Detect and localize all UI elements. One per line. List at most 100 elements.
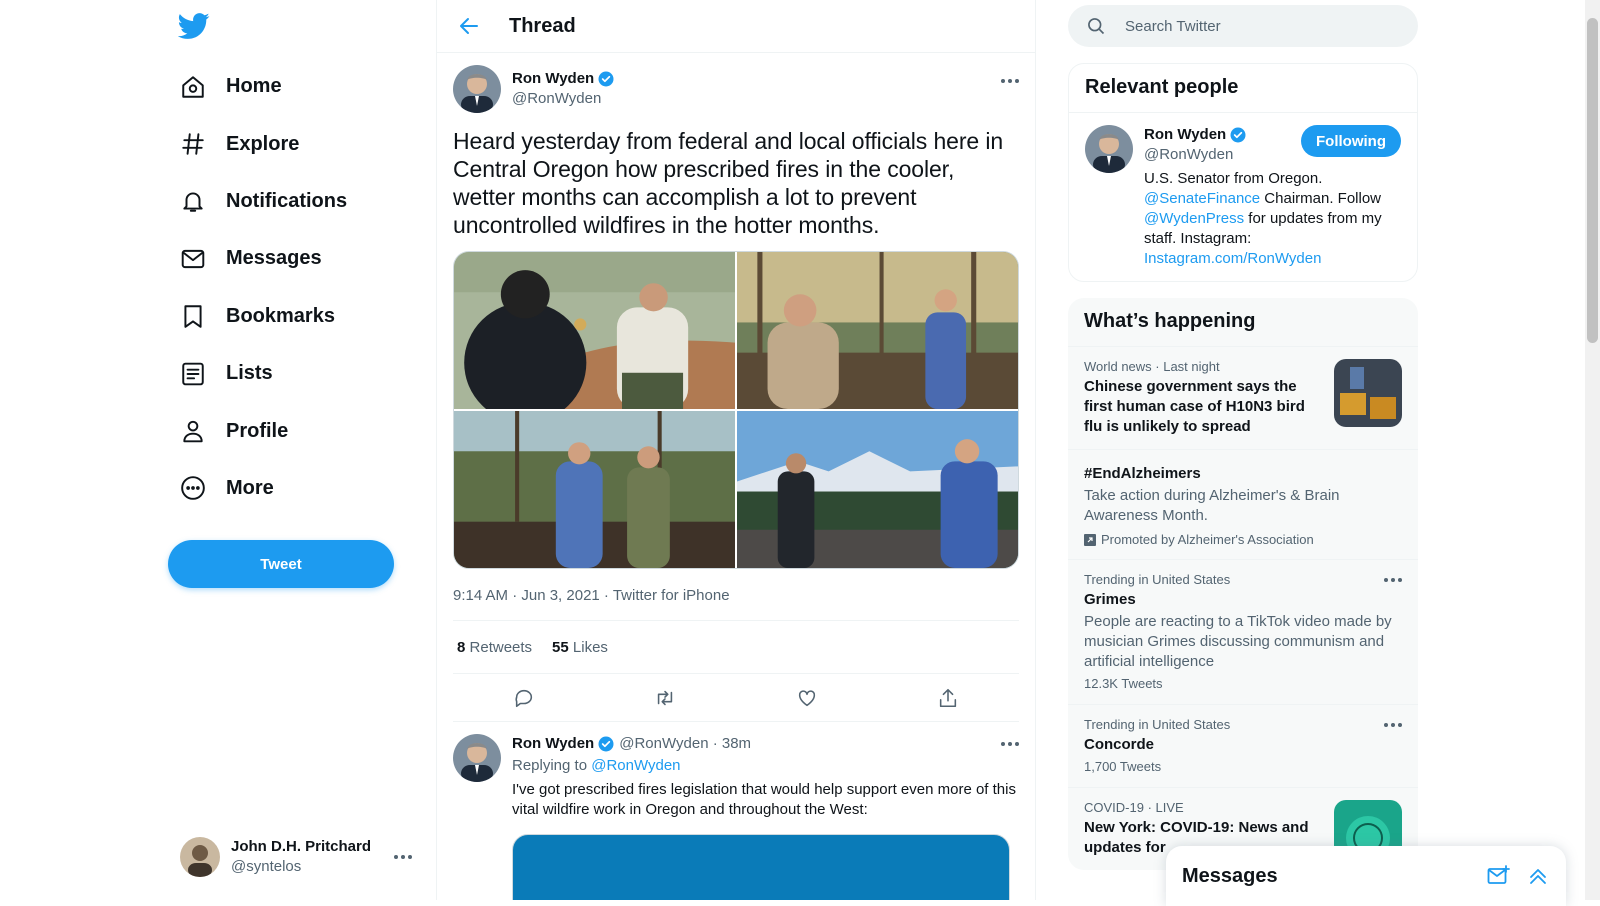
nav-bookmarks[interactable]: Bookmarks [168, 288, 426, 345]
search-bar[interactable] [1068, 5, 1418, 47]
home-icon [182, 75, 204, 98]
nav-explore-label: Explore [226, 132, 300, 155]
bell-icon [183, 192, 203, 213]
likes-stat[interactable]: 55 Likes [552, 639, 608, 656]
person-avatar[interactable] [1085, 125, 1133, 173]
trend-title: Grimes [1084, 591, 1136, 608]
nav-messages[interactable]: Messages [168, 230, 426, 287]
reply-more-icon[interactable] [1001, 742, 1019, 746]
trend-item[interactable]: World news · Last night Chinese governme… [1068, 346, 1418, 449]
trend-title: Chinese government says the first human … [1084, 378, 1305, 435]
trend-count: 12.3K Tweets [1084, 676, 1163, 691]
more-circle-icon [181, 476, 205, 501]
trend-more-icon[interactable] [1384, 723, 1402, 727]
nav-lists[interactable]: Lists [168, 345, 426, 402]
verified-badge-icon [598, 736, 614, 752]
photo-4[interactable] [737, 411, 1018, 568]
right-sidebar: Relevant people Ron Wyden @RonWyden U.S.… [1068, 0, 1418, 870]
twitter-logo-icon[interactable] [178, 10, 210, 42]
search-icon [1088, 18, 1105, 35]
reply-handle-time[interactable]: @RonWyden · 38m [619, 734, 751, 754]
promoted-label: Promoted by Alzheimer's Association [1084, 532, 1402, 547]
tweet-button[interactable]: Tweet [168, 540, 394, 588]
photo-2[interactable] [737, 252, 1018, 409]
tweet-more-icon[interactable] [1001, 79, 1019, 83]
trend-item[interactable]: Trending in United States Grimes People … [1068, 559, 1418, 704]
nav-bookmarks-label: Bookmarks [226, 304, 335, 327]
nav-more[interactable]: More [168, 460, 426, 517]
verified-badge-icon [1230, 127, 1246, 143]
nav-home[interactable]: Home [168, 58, 426, 115]
promoted-by: Promoted by Alzheimer's Association [1101, 532, 1314, 547]
trend-thumbnail [1334, 359, 1402, 427]
retweet-icon[interactable] [654, 687, 676, 709]
nav-explore[interactable]: Explore [168, 115, 426, 172]
share-icon[interactable] [937, 687, 959, 709]
bio-link-wydenpress[interactable]: @WydenPress [1144, 210, 1244, 227]
relevant-people-title: Relevant people [1085, 76, 1239, 98]
account-switcher[interactable]: John D.H. Pritchard @syntelos [180, 835, 412, 879]
replying-prefix: Replying to [512, 757, 592, 774]
account-name: John D.H. Pritchard [231, 838, 372, 855]
scrollbar-thumb[interactable] [1587, 18, 1598, 343]
relevant-person[interactable]: Ron Wyden @RonWyden U.S. Senator from Or… [1069, 112, 1417, 281]
new-message-icon[interactable] [1486, 864, 1510, 888]
thread-header: Thread [437, 0, 1035, 53]
scrollbar[interactable] [1585, 0, 1600, 900]
reply-avatar[interactable] [453, 734, 501, 782]
tweet-timestamp[interactable]: 9:14 AM · Jun 3, 2021 · [453, 587, 613, 604]
replying-to-link[interactable]: @RonWyden [591, 757, 680, 774]
following-button[interactable]: Following [1301, 125, 1401, 157]
person-name[interactable]: Ron Wyden [1144, 125, 1226, 145]
reply-body: Ron Wyden @RonWyden · 38m Replying to @R… [512, 734, 1019, 900]
photo-1[interactable] [454, 252, 735, 409]
nav-profile[interactable]: Profile [168, 402, 426, 459]
bio-link-senatefinance[interactable]: @SenateFinance [1144, 190, 1260, 207]
relevant-people-panel: Relevant people Ron Wyden @RonWyden U.S.… [1068, 63, 1418, 282]
nav-home-label: Home [226, 75, 282, 98]
nav-lists-label: Lists [226, 362, 273, 385]
trend-item[interactable]: Trending in United States Concorde 1,700… [1068, 704, 1418, 787]
trend-more-icon[interactable] [1384, 578, 1402, 582]
tweet-stats: 8 Retweets 55 Likes [453, 621, 1019, 674]
person-icon [183, 420, 203, 443]
main-column: Thread Ron Wyden @RonWyden Heard yesterd… [436, 0, 1036, 900]
link-card-image[interactable] [512, 834, 1010, 900]
author-name[interactable]: Ron Wyden [512, 69, 594, 89]
author-handle[interactable]: @RonWyden [512, 89, 615, 109]
like-icon[interactable] [796, 687, 818, 709]
trend-meta: Trending in United States [1084, 572, 1231, 587]
tweet-source[interactable]: Twitter for iPhone [613, 587, 730, 604]
search-input[interactable] [1125, 17, 1385, 35]
bio-text-2: Chairman. Follow [1260, 190, 1382, 207]
trend-count: 1,700 Tweets [1084, 759, 1162, 774]
messages-dock[interactable]: Messages [1166, 846, 1566, 906]
retweets-count: 8 [457, 638, 466, 656]
reply-header: Ron Wyden @RonWyden · 38m [512, 734, 1019, 754]
chevron-up-icon[interactable] [1526, 864, 1550, 888]
bookmark-icon [184, 305, 202, 329]
trend-description: Take action during Alzheimer's & Brain A… [1084, 487, 1340, 524]
author-names: Ron Wyden @RonWyden [512, 69, 615, 109]
bio-link-instagram[interactable]: Instagram.com/RonWyden [1144, 250, 1321, 267]
retweets-label: Retweets [469, 638, 533, 656]
nav-notifications-label: Notifications [226, 189, 348, 212]
retweets-stat[interactable]: 8 Retweets [457, 639, 532, 656]
reply-icon[interactable] [513, 687, 535, 709]
reply-author[interactable]: Ron Wyden [512, 734, 594, 754]
reply-tweet[interactable]: Ron Wyden @RonWyden · 38m Replying to @R… [437, 722, 1035, 900]
tweet-text: Heard yesterday from federal and local o… [453, 128, 1004, 238]
primary-nav: Home Explore Notifications Messages Book… [168, 58, 426, 517]
author-name-row: Ron Wyden [512, 69, 615, 89]
photo-3[interactable] [454, 411, 735, 568]
back-arrow-icon[interactable] [457, 14, 481, 38]
author-avatar[interactable] [453, 65, 501, 113]
account-more-icon[interactable] [394, 855, 412, 859]
tweet-actions [453, 674, 1019, 722]
bio-text-1: U.S. Senator from Oregon. [1144, 170, 1323, 187]
nav-notifications[interactable]: Notifications [168, 173, 426, 230]
trend-title: Concorde [1084, 736, 1155, 753]
page-title: Thread [509, 14, 576, 37]
trend-item-promoted[interactable]: #EndAlzheimers Take action during Alzhei… [1068, 449, 1418, 559]
person-bio: U.S. Senator from Oregon. @SenateFinance… [1144, 169, 1401, 269]
